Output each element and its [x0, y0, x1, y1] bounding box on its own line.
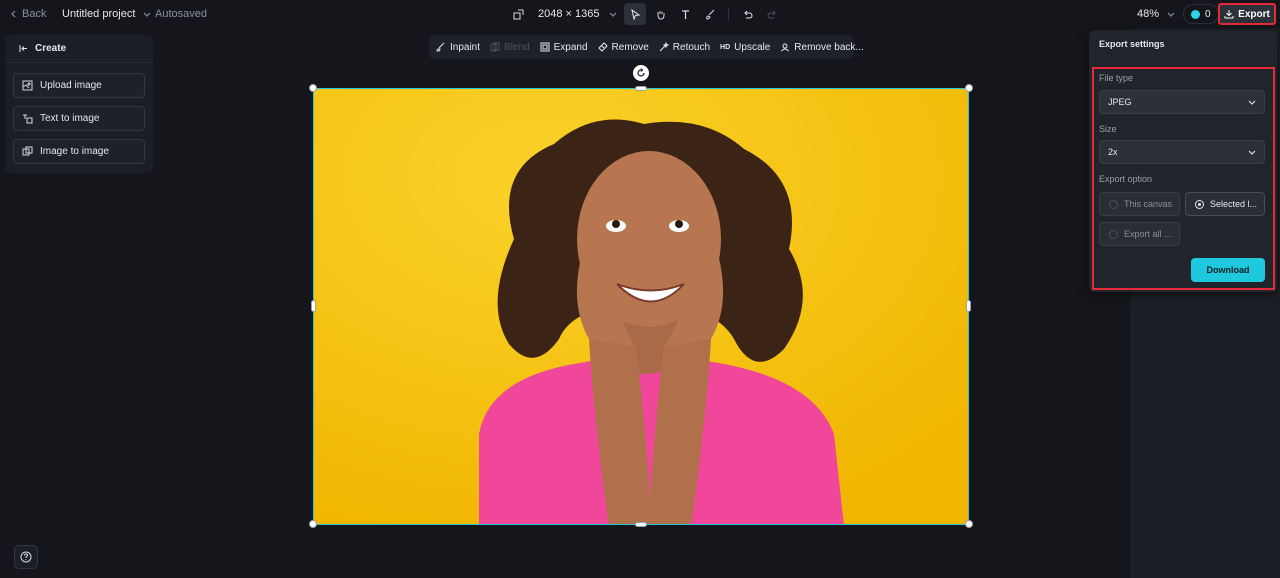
option-this-canvas[interactable]: This canvas: [1099, 192, 1180, 216]
blend-icon: [490, 42, 500, 52]
radio-icon: [1109, 199, 1118, 209]
expand-icon: [540, 42, 550, 52]
file-type-value: JPEG: [1108, 97, 1132, 107]
rotate-handle[interactable]: [633, 65, 649, 81]
remove-button[interactable]: Remove: [597, 42, 649, 53]
create-panel-header[interactable]: Create: [5, 35, 153, 63]
export-button[interactable]: Export: [1218, 3, 1276, 25]
size-label: Size: [1099, 124, 1117, 134]
eraser-icon: [597, 42, 608, 52]
inpaint-icon: [436, 42, 446, 52]
text-to-image-button[interactable]: Text to image: [13, 106, 145, 131]
credits-badge[interactable]: 0: [1183, 4, 1219, 24]
project-title: Untitled project: [62, 8, 136, 20]
chevron-down-icon: [1248, 148, 1256, 156]
size-value: 2x: [1108, 147, 1118, 157]
canvas-size-dropdown[interactable]: 2048 × 1365: [513, 0, 617, 28]
resize-handle-bottom[interactable]: [635, 522, 647, 527]
undo-button[interactable]: [736, 3, 758, 25]
toolbar-divider: [728, 7, 729, 21]
back-button[interactable]: Back: [10, 0, 46, 28]
top-bar: Back Untitled project Autosaved 2048 × 1…: [0, 0, 1280, 28]
download-icon: [1224, 9, 1234, 19]
credit-icon: [1191, 9, 1200, 19]
radio-icon: [1109, 229, 1118, 239]
export-settings-panel: Export settings File type JPEG Size 2x E…: [1089, 30, 1277, 292]
file-type-label: File type: [1099, 73, 1134, 83]
portrait-photo: [314, 89, 968, 524]
chevron-down-icon: [609, 10, 617, 18]
zoom-dropdown[interactable]: 48%: [1137, 0, 1175, 28]
text-to-image-icon: [22, 113, 33, 124]
remove-background-button[interactable]: Remove back...: [780, 42, 864, 53]
resize-handle-left[interactable]: [311, 300, 316, 312]
undo-icon: [742, 9, 753, 20]
redo-button[interactable]: [761, 3, 783, 25]
chevron-down-icon: [1167, 10, 1175, 18]
export-option-label: Export option: [1099, 174, 1153, 184]
upload-image-button[interactable]: Upload image: [13, 73, 145, 98]
text-icon: [680, 9, 691, 20]
retouch-icon: [659, 42, 669, 52]
retouch-button[interactable]: Retouch: [659, 42, 710, 53]
hand-icon: [655, 9, 666, 20]
chevron-left-icon: [10, 10, 18, 18]
chevron-down-icon: [143, 10, 151, 18]
hd-badge: HD: [720, 43, 731, 51]
project-title-dropdown[interactable]: Untitled project: [62, 0, 151, 28]
remove-background-icon: [780, 42, 790, 52]
rotate-icon: [636, 68, 646, 78]
resize-handle-right[interactable]: [966, 300, 971, 312]
resize-icon: [513, 9, 524, 20]
resize-handle-bottom-left[interactable]: [309, 520, 317, 528]
resize-handle-top-left[interactable]: [309, 84, 317, 92]
option-export-all[interactable]: Export all ...: [1099, 222, 1180, 246]
autosave-status: Autosaved: [155, 8, 207, 20]
image-to-image-icon: [22, 146, 33, 157]
help-button[interactable]: [14, 545, 38, 569]
expand-button[interactable]: Expand: [540, 42, 588, 53]
export-settings-title: Export settings: [1099, 39, 1165, 49]
resize-handle-top[interactable]: [635, 86, 647, 91]
blend-button[interactable]: Blend: [490, 42, 530, 53]
create-panel-title: Create: [35, 43, 67, 54]
option-selected-layers[interactable]: Selected l...: [1185, 192, 1265, 216]
size-select[interactable]: 2x: [1099, 140, 1265, 164]
image-to-image-button[interactable]: Image to image: [13, 139, 145, 164]
image-canvas[interactable]: [313, 88, 969, 525]
hand-tool[interactable]: [649, 3, 671, 25]
select-tool[interactable]: [624, 3, 646, 25]
redo-icon: [766, 9, 778, 20]
text-tool[interactable]: [674, 3, 696, 25]
resize-handle-top-right[interactable]: [965, 84, 973, 92]
canvas-tools: [624, 3, 783, 25]
inpaint-button[interactable]: Inpaint: [436, 42, 480, 53]
upscale-button[interactable]: HD Upscale: [720, 42, 770, 53]
create-panel: Create Upload image Text to image Image …: [5, 35, 153, 173]
canvas-dimensions: 2048 × 1365: [538, 8, 600, 20]
credits-count: 0: [1205, 8, 1211, 20]
download-button[interactable]: Download: [1191, 258, 1265, 282]
upload-image-icon: [22, 80, 33, 91]
brush-icon: [705, 9, 716, 20]
zoom-level: 48%: [1137, 8, 1160, 20]
brush-tool[interactable]: [699, 3, 721, 25]
radio-selected-icon: [1195, 199, 1204, 209]
file-type-select[interactable]: JPEG: [1099, 90, 1265, 114]
help-icon: [20, 551, 32, 563]
chevron-down-icon: [1248, 98, 1256, 106]
cursor-icon: [630, 8, 641, 20]
edit-toolbar: Inpaint Blend Expand Remove Retouch HD U…: [429, 35, 864, 59]
collapse-left-icon: [19, 44, 29, 53]
resize-handle-bottom-right[interactable]: [965, 520, 973, 528]
